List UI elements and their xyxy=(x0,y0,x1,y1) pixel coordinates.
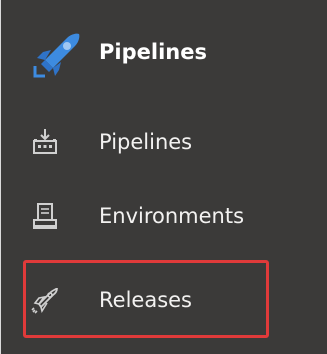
nav-item-pipelines[interactable]: Pipelines xyxy=(1,109,327,173)
nav-item-environments[interactable]: Environments xyxy=(1,184,327,248)
pipelines-icon xyxy=(30,127,60,157)
pipelines-nav-panel: Pipelines Pipelines Environments Release… xyxy=(0,0,327,354)
pipelines-section-header[interactable]: Pipelines xyxy=(1,16,327,92)
pipelines-logo-icon xyxy=(27,26,83,82)
nav-item-label: Pipelines xyxy=(99,130,193,154)
nav-item-label: Releases xyxy=(99,288,192,312)
environments-icon xyxy=(30,201,60,231)
nav-item-releases[interactable]: Releases xyxy=(1,268,327,332)
releases-rocket-icon xyxy=(30,285,60,315)
section-title: Pipelines xyxy=(99,40,207,64)
nav-item-label: Environments xyxy=(99,204,245,228)
